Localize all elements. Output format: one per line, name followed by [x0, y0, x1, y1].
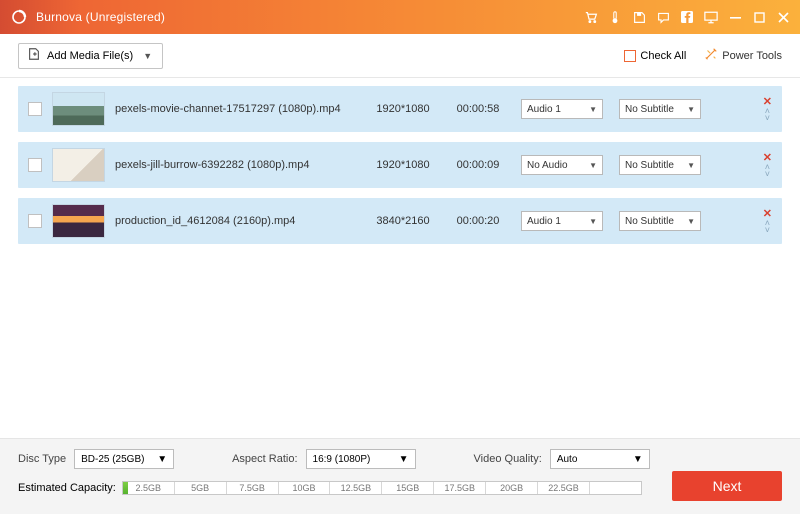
resolution: 1920*1080 [363, 103, 443, 115]
audio-select[interactable]: Audio 1 ▼ [521, 211, 603, 231]
media-row: pexels-jill-burrow-6392282 (1080p).mp4 1… [18, 142, 782, 188]
chevron-down-icon: ▼ [143, 51, 152, 61]
cart-icon[interactable] [584, 10, 598, 24]
power-tools-label: Power Tools [722, 50, 782, 62]
media-list: pexels-movie-channet-17517297 (1080p).mp… [0, 78, 800, 262]
row-checkbox[interactable] [28, 158, 42, 172]
capacity-tick: 2.5GB [123, 482, 175, 494]
add-media-button[interactable]: Add Media File(s) ▼ [18, 43, 163, 69]
capacity-tick: 17.5GB [434, 482, 486, 494]
video-quality-select[interactable]: Auto ▼ [550, 449, 650, 469]
toolbar: Add Media File(s) ▼ Check All Power Tool… [0, 34, 800, 78]
video-quality-label: Video Quality: [474, 453, 542, 465]
bottom-panel: Disc Type BD-25 (25GB) ▼ Aspect Ratio: 16… [0, 438, 800, 514]
file-name: pexels-jill-burrow-6392282 (1080p).mp4 [115, 159, 363, 171]
subtitle-select[interactable]: No Subtitle ▼ [619, 155, 701, 175]
close-icon[interactable] [776, 10, 790, 24]
duration: 00:00:20 [443, 215, 513, 227]
resolution: 3840*2160 [363, 215, 443, 227]
aspect-ratio-value: 16:9 (1080P) [313, 454, 371, 465]
capacity-label: Estimated Capacity: [18, 482, 116, 494]
move-down-icon[interactable]: ˅ [765, 171, 770, 177]
thumbnail[interactable] [52, 204, 105, 238]
window-title: Burnova (Unregistered) [36, 10, 165, 24]
facebook-icon[interactable] [680, 10, 694, 24]
subtitle-value: No Subtitle [625, 216, 674, 227]
resolution: 1920*1080 [363, 159, 443, 171]
output-settings-row: Disc Type BD-25 (25GB) ▼ Aspect Ratio: 16… [18, 449, 782, 469]
monitor-icon[interactable] [704, 10, 718, 24]
capacity-tick [590, 482, 641, 494]
move-down-icon[interactable]: ˅ [765, 227, 770, 233]
next-button[interactable]: Next [672, 471, 782, 501]
chevron-down-icon: ▼ [589, 217, 597, 226]
capacity-tick: 12.5GB [330, 482, 382, 494]
aspect-ratio-select[interactable]: 16:9 (1080P) ▼ [306, 449, 416, 469]
audio-select[interactable]: No Audio ▼ [521, 155, 603, 175]
disc-type-label: Disc Type [18, 453, 66, 465]
checkbox-icon [624, 50, 636, 62]
chevron-down-icon: ▼ [687, 105, 695, 114]
chevron-down-icon: ▼ [589, 161, 597, 170]
chevron-down-icon: ▼ [589, 105, 597, 114]
capacity-tick: 15GB [382, 482, 434, 494]
audio-value: Audio 1 [527, 216, 561, 227]
capacity-ticks: 2.5GB 5GB 7.5GB 10GB 12.5GB 15GB 17.5GB … [123, 482, 641, 494]
save-icon[interactable] [632, 10, 646, 24]
tools-icon [704, 47, 718, 64]
app-logo-icon [10, 8, 28, 26]
capacity-tick: 5GB [175, 482, 227, 494]
subtitle-value: No Subtitle [625, 160, 674, 171]
subtitle-select[interactable]: No Subtitle ▼ [619, 99, 701, 119]
aspect-ratio-label: Aspect Ratio: [232, 453, 297, 465]
subtitle-select[interactable]: No Subtitle ▼ [619, 211, 701, 231]
message-icon[interactable] [656, 10, 670, 24]
audio-value: Audio 1 [527, 104, 561, 115]
move-down-icon[interactable]: ˅ [765, 115, 770, 121]
disc-type-value: BD-25 (25GB) [81, 454, 144, 465]
row-checkbox[interactable] [28, 214, 42, 228]
power-tools-button[interactable]: Power Tools [704, 47, 782, 64]
chevron-down-icon: ▼ [687, 217, 695, 226]
media-row: pexels-movie-channet-17517297 (1080p).mp… [18, 86, 782, 132]
capacity-tick: 20GB [486, 482, 538, 494]
check-all-label: Check All [640, 50, 686, 62]
capacity-bar: 2.5GB 5GB 7.5GB 10GB 12.5GB 15GB 17.5GB … [122, 481, 642, 495]
chevron-down-icon: ▼ [633, 454, 643, 465]
capacity-row: Estimated Capacity: 2.5GB 5GB 7.5GB 10GB… [18, 481, 782, 495]
media-row: production_id_4612084 (2160p).mp4 3840*2… [18, 198, 782, 244]
audio-value: No Audio [527, 160, 568, 171]
maximize-icon[interactable] [752, 10, 766, 24]
duration: 00:00:09 [443, 159, 513, 171]
minimize-icon[interactable] [728, 10, 742, 24]
disc-type-select[interactable]: BD-25 (25GB) ▼ [74, 449, 174, 469]
capacity-tick: 7.5GB [227, 482, 279, 494]
duration: 00:00:58 [443, 103, 513, 115]
chevron-down-icon: ▼ [399, 454, 409, 465]
capacity-tick: 10GB [279, 482, 331, 494]
video-quality-value: Auto [557, 454, 578, 465]
check-all-toggle[interactable]: Check All [624, 50, 686, 62]
titlebar-icons [584, 10, 790, 24]
subtitle-value: No Subtitle [625, 104, 674, 115]
chevron-down-icon: ▼ [687, 161, 695, 170]
thumbnail[interactable] [52, 148, 105, 182]
capacity-tick: 22.5GB [538, 482, 590, 494]
audio-select[interactable]: Audio 1 ▼ [521, 99, 603, 119]
thumbnail[interactable] [52, 92, 105, 126]
file-name: production_id_4612084 (2160p).mp4 [115, 215, 363, 227]
add-media-label: Add Media File(s) [47, 50, 133, 62]
thermometer-icon[interactable] [608, 10, 622, 24]
row-checkbox[interactable] [28, 102, 42, 116]
title-bar: Burnova (Unregistered) [0, 0, 800, 34]
add-file-icon [27, 47, 41, 64]
chevron-down-icon: ▼ [157, 454, 167, 465]
file-name: pexels-movie-channet-17517297 (1080p).mp… [115, 103, 363, 115]
